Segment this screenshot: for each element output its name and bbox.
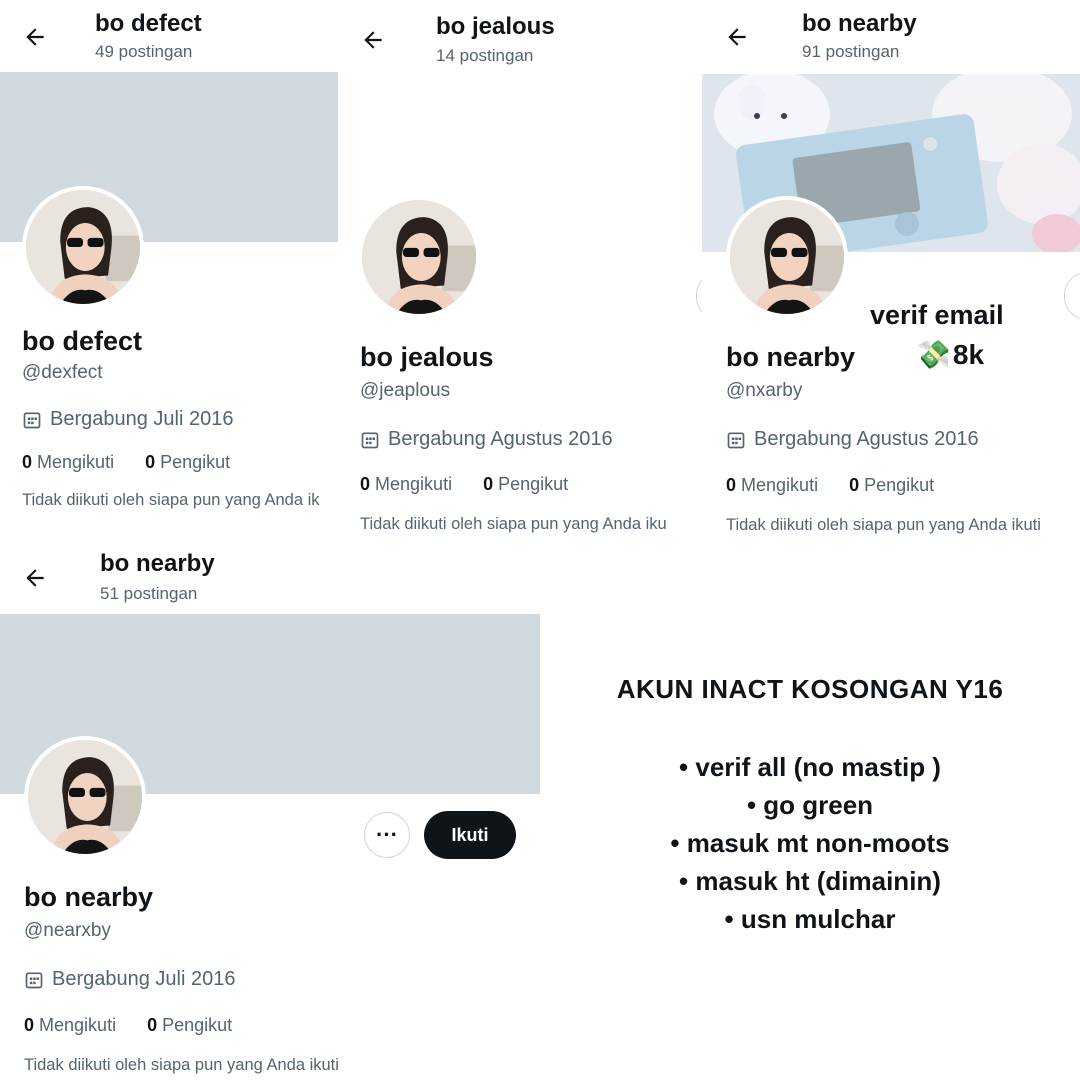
username-handle: @jeaplous [360,380,451,401]
followers-count[interactable]: 0 [483,474,493,494]
username-handle: @dexfect [22,362,103,383]
profile-card-bo-defect: bo defect 49 postingan bo defect @dexfec… [0,0,338,540]
join-date: Bergabung Agustus 2016 [726,428,979,451]
calendar-icon [361,432,379,448]
post-count: 14 postingan [436,46,534,65]
following-label[interactable]: Mengikuti [375,474,452,494]
header-title: bo jealous [436,13,555,40]
followers-label[interactable]: Pengikut [160,452,230,472]
more-options-button[interactable]: ··· [364,812,410,858]
promo-item: • usn mulchar [724,904,896,934]
price-label: 💸 8k [916,338,984,371]
price-value: 8k [952,338,985,370]
following-count[interactable]: 0 [24,1015,34,1035]
followed-by-note: Tidak diikuti oleh siapa pun yang Anda i… [22,491,320,509]
avatar[interactable] [24,736,146,858]
promo-item: • masuk mt non-moots [670,828,950,858]
join-date: Bergabung Juli 2016 [24,968,235,991]
join-date-text: Bergabung Agustus 2016 [388,428,613,450]
profile-card-bo-nearby-nxarby: bo nearby 91 postingan bo nearby @nxarby… [702,0,1080,540]
following-count[interactable]: 0 [726,475,736,495]
promo-item: • go green [746,790,874,820]
back-arrow-icon[interactable] [22,24,48,50]
join-date-text: Bergabung Juli 2016 [52,968,236,990]
back-arrow-icon[interactable] [724,24,750,50]
followers-count[interactable]: 0 [145,452,155,472]
following-label[interactable]: Mengikuti [37,452,114,472]
follow-button[interactable]: Ikuti [424,811,516,859]
promo-item: • masuk ht (dimainin) [679,866,941,896]
username-handle: @nearxby [24,920,111,941]
following-label[interactable]: Mengikuti [39,1015,116,1035]
follow-stats: 0 Mengikuti 0 Pengikut [360,474,568,495]
promo-title: AKUN INACT KOSONGAN Y16 [616,674,1004,704]
follow-stats: 0 Mengikuti 0 Pengikut [726,475,934,496]
following-count[interactable]: 0 [360,474,370,494]
avatar[interactable] [726,196,848,318]
money-icon: 💸 [916,339,951,370]
profile-card-bo-nearby-nearxby: bo nearby 51 postingan ··· Ikuti bo near… [0,540,540,1080]
promo-feature-list: • verif all (no mastip ) • go green • ma… [560,748,1060,938]
followers-label[interactable]: Pengikut [162,1015,232,1035]
header-title: bo nearby [802,10,917,37]
display-name: bo jealous [360,342,494,372]
header-title: bo defect [95,10,202,37]
calendar-icon [25,972,43,988]
followed-by-note: Tidak diikuti oleh siapa pun yang Anda i… [24,1056,339,1074]
followers-label[interactable]: Pengikut [864,475,934,495]
follow-stats: 0 Mengikuti 0 Pengikut [22,452,230,473]
username-handle: @nxarby [726,380,803,401]
followed-by-note: Tidak diikuti oleh siapa pun yang Anda i… [360,515,667,533]
back-arrow-icon[interactable] [360,27,386,53]
back-arrow-icon[interactable] [22,565,48,591]
calendar-icon [727,432,745,448]
calendar-icon [23,412,41,428]
join-date-text: Bergabung Agustus 2016 [754,428,979,450]
join-date: Bergabung Agustus 2016 [360,428,613,451]
following-label[interactable]: Mengikuti [741,475,818,495]
profile-card-bo-jealous: bo jealous 14 postingan bo jealous @jeap… [338,0,702,540]
promo-item: • verif all (no mastip ) [679,752,941,782]
display-name: bo nearby [24,882,154,912]
header-title: bo nearby [100,550,215,577]
avatar[interactable] [22,186,144,308]
join-date: Bergabung Juli 2016 [22,408,233,431]
display-name: bo defect [22,326,143,356]
display-name: bo nearby [726,342,856,372]
avatar[interactable] [358,196,480,318]
follow-stats: 0 Mengikuti 0 Pengikut [24,1015,232,1036]
profile-header-bar: bo nearby 51 postingan [0,540,540,614]
post-count: 91 postingan [802,42,900,61]
followers-label[interactable]: Pengikut [498,474,568,494]
post-count: 51 postingan [100,584,198,603]
profile-header-bar: bo nearby 91 postingan [702,0,1080,72]
join-date-text: Bergabung Juli 2016 [50,408,234,430]
following-count[interactable]: 0 [22,452,32,472]
edge-button[interactable] [1064,272,1080,320]
post-count: 49 postingan [95,42,193,61]
profile-header-bar: bo jealous 14 postingan [338,0,702,74]
followers-count[interactable]: 0 [849,475,859,495]
profile-header-bar: bo defect 49 postingan [0,0,338,72]
followed-by-note: Tidak diikuti oleh siapa pun yang Anda i… [726,516,1041,534]
followers-count[interactable]: 0 [147,1015,157,1035]
verif-email-label: verif email [870,300,1004,330]
